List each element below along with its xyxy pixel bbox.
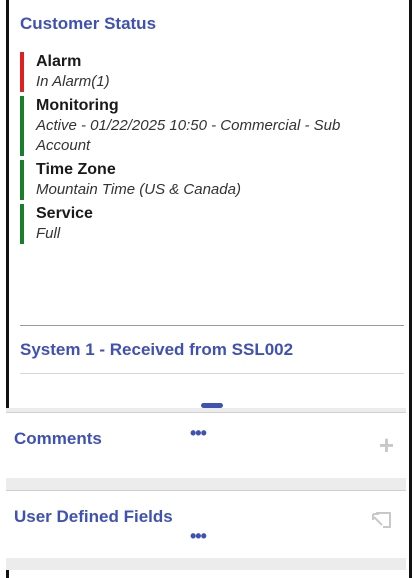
status-value: In Alarm(1) <box>36 73 110 90</box>
panel-separator <box>6 558 406 570</box>
comments-title[interactable]: Comments <box>14 429 102 449</box>
status-item-monitoring: Monitoring Active - 01/22/2025 10:50 - C… <box>20 96 410 156</box>
status-item-service: Service Full <box>20 204 410 244</box>
user-defined-fields-panel[interactable]: User Defined Fields ••• <box>6 490 406 558</box>
user-defined-fields-more-icon[interactable]: ••• <box>190 527 207 545</box>
status-value: Full <box>36 225 61 242</box>
plus-icon[interactable]: + <box>379 432 394 458</box>
status-item-alarm: Alarm In Alarm(1) <box>20 52 410 92</box>
user-defined-fields-title[interactable]: User Defined Fields <box>14 507 173 527</box>
system-divider <box>20 373 404 374</box>
customer-status-title: Customer Status <box>20 14 157 33</box>
status-label: Monitoring <box>36 97 119 114</box>
comments-more-icon[interactable]: ••• <box>190 424 207 442</box>
status-value: Mountain Time (US & Canada) <box>36 181 241 198</box>
comments-panel[interactable]: Comments ••• + <box>6 412 406 478</box>
status-label: Alarm <box>36 53 82 70</box>
status-label: Service <box>36 205 93 222</box>
status-value: Active - 01/22/2025 10:50 - Commercial -… <box>36 117 341 154</box>
status-item-time-zone: Time Zone Mountain Time (US & Canada) <box>20 160 410 200</box>
panel-separator <box>6 478 406 490</box>
section-divider <box>20 325 404 326</box>
status-label: Time Zone <box>36 161 116 178</box>
system-title[interactable]: System 1 - Received from SSL002 <box>20 340 293 360</box>
open-external-icon[interactable] <box>370 510 394 537</box>
customer-status-section: Customer Status Alarm In Alarm(1) Monito… <box>20 14 410 248</box>
